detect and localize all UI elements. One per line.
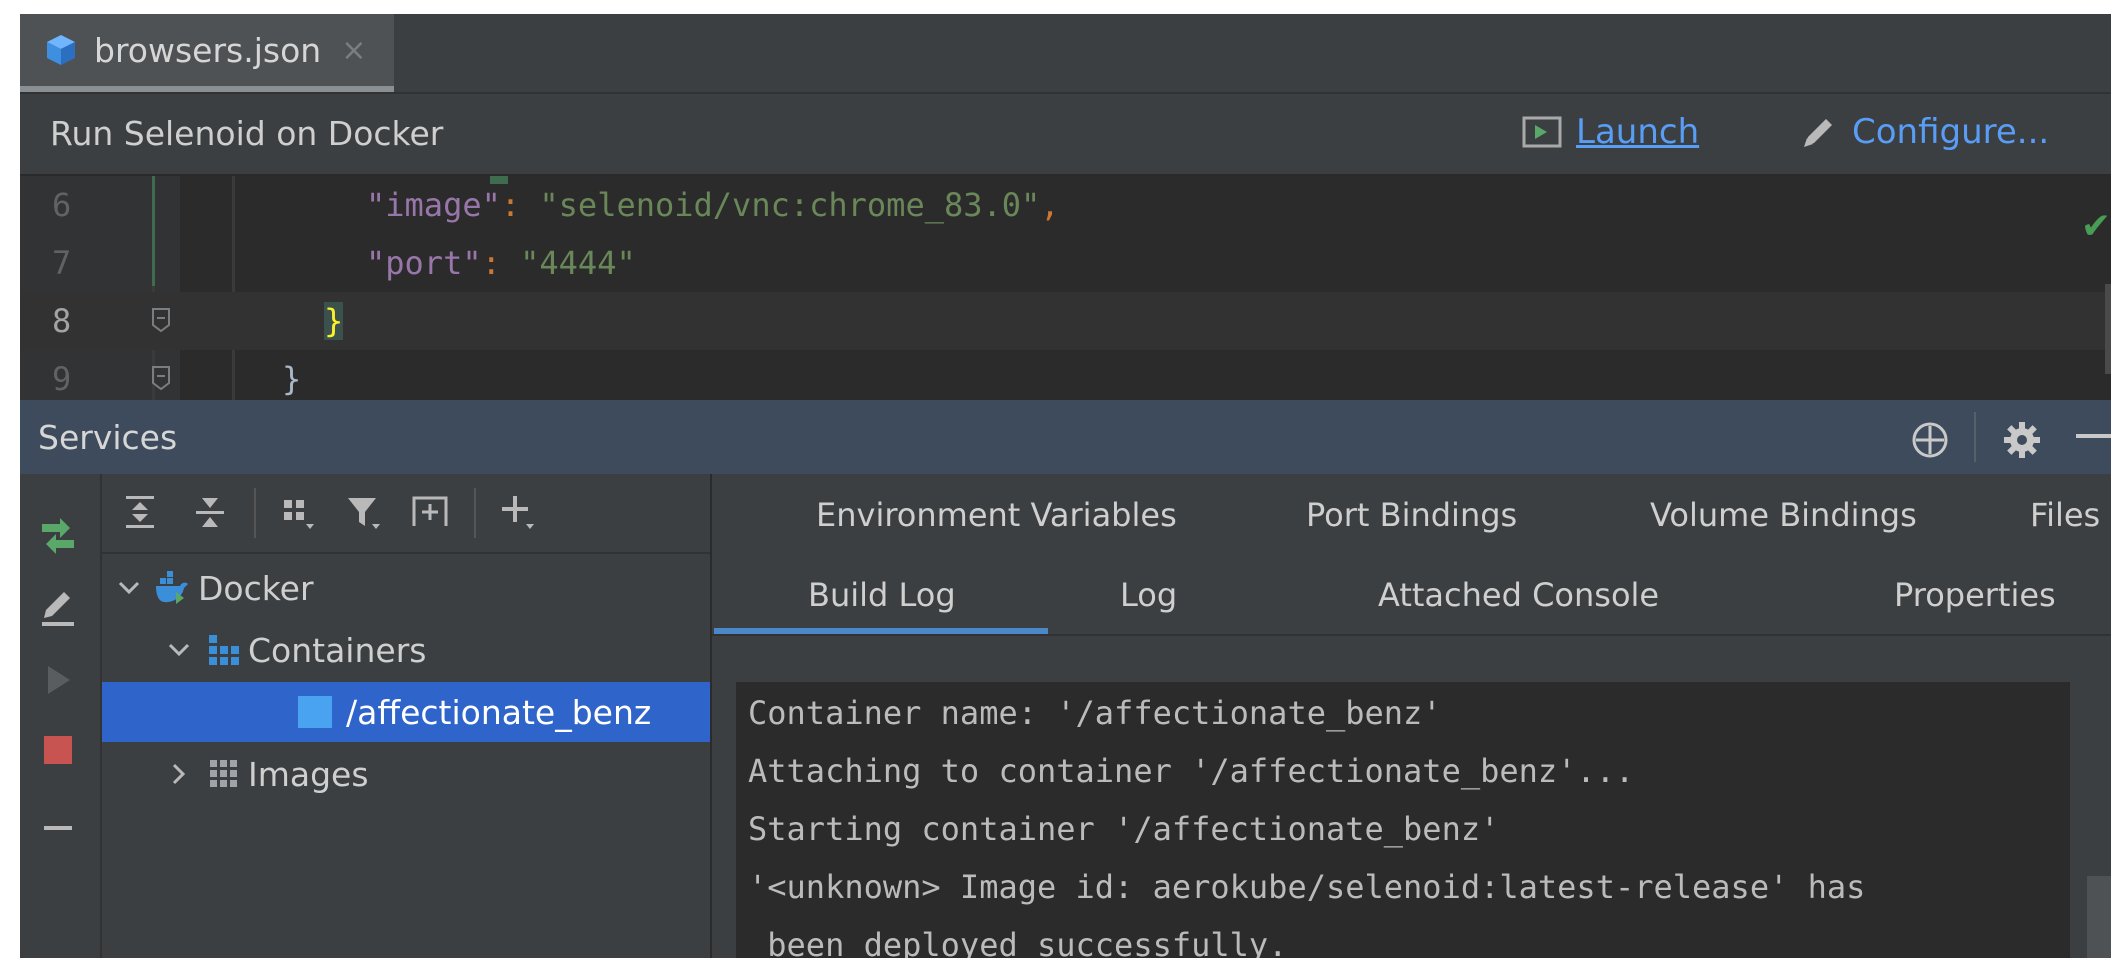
- pencil-icon: [1804, 119, 1832, 147]
- editor-tab-browsers-json[interactable]: browsers.json ×: [20, 14, 394, 92]
- line-number: 7: [52, 244, 72, 282]
- line-number: 9: [52, 360, 72, 398]
- crosshair-icon[interactable]: [1910, 420, 1950, 460]
- code-text: "port": "4444": [366, 244, 636, 282]
- chevron-down-icon[interactable]: [166, 637, 192, 663]
- services-left-toolbar: [20, 474, 102, 958]
- filter-icon[interactable]: [344, 492, 384, 532]
- closing-brace: }: [282, 360, 302, 398]
- group-icon[interactable]: [278, 492, 318, 532]
- add-icon[interactable]: [498, 492, 538, 532]
- tree-label: Images: [248, 754, 369, 794]
- edit-icon[interactable]: [38, 588, 78, 628]
- json-value: "selenoid/vnc:chrome_83.0": [539, 186, 1041, 224]
- rerun-icon[interactable]: [38, 516, 78, 556]
- configure-label: Configure...: [1852, 112, 2050, 152]
- fold-marker-icon[interactable]: [150, 364, 172, 392]
- services-tree-panel: Docker Containers /affectionate_benz Ima…: [102, 474, 712, 958]
- tab-files[interactable]: Files: [2030, 496, 2100, 534]
- tree-item-containers[interactable]: Containers: [102, 620, 710, 680]
- tree-label: Containers: [248, 630, 427, 670]
- close-icon[interactable]: ×: [341, 33, 366, 68]
- expand-all-icon[interactable]: [120, 492, 160, 532]
- configure-link[interactable]: Configure...: [1800, 112, 2049, 152]
- containers-icon: [209, 635, 239, 665]
- run-window-icon: [1522, 116, 1562, 148]
- new-tab-icon[interactable]: [410, 492, 450, 532]
- line-number: 8: [52, 302, 72, 340]
- run-config-title: Run Selenoid on Docker: [50, 114, 444, 153]
- code-text: "image": "selenoid/vnc:chrome_83.0",: [366, 186, 1060, 224]
- tabs-separator: [712, 634, 2111, 636]
- build-log-console[interactable]: Container name: '/affectionate_benz' Att…: [736, 682, 2070, 958]
- tab-environment-variables[interactable]: Environment Variables: [816, 496, 1177, 534]
- line-number: 6: [52, 186, 72, 224]
- gear-icon[interactable]: [2002, 420, 2042, 460]
- json-key: "port": [366, 244, 482, 282]
- console-line: Container name: '/affectionate_benz': [748, 694, 1442, 732]
- tree-label: /affectionate_benz: [346, 692, 652, 732]
- run-configuration-bar: Run Selenoid on Docker Launch Configure.…: [20, 94, 2111, 176]
- tree-item-images[interactable]: Images: [102, 744, 710, 804]
- fold-marker-icon[interactable]: [150, 306, 172, 334]
- docker-icon: [156, 571, 188, 604]
- closing-brace: }: [324, 302, 344, 340]
- minimize-icon[interactable]: [2076, 434, 2111, 438]
- tab-attached-console[interactable]: Attached Console: [1378, 576, 1659, 614]
- details-tabs-row-2: Build Log Log Attached Console Propertie…: [712, 554, 2111, 634]
- tab-log[interactable]: Log: [1120, 576, 1177, 614]
- services-details-panel: Environment Variables Port Bindings Volu…: [712, 474, 2111, 958]
- container-icon: [298, 696, 332, 728]
- editor-scrollbar[interactable]: [2105, 284, 2111, 374]
- tab-volume-bindings[interactable]: Volume Bindings: [1650, 496, 1917, 534]
- console-line: been deployed successfully.: [748, 926, 1288, 958]
- collapse-all-icon[interactable]: [190, 492, 230, 532]
- code-editor[interactable]: 6 "image": "selenoid/vnc:chrome_83.0", 7…: [20, 176, 2111, 400]
- json-colon: :: [500, 186, 540, 224]
- code-line-6: 6 "image": "selenoid/vnc:chrome_83.0",: [20, 176, 2111, 234]
- console-line: Starting container '/affectionate_benz': [748, 810, 1500, 848]
- tree-item-docker[interactable]: Docker: [102, 558, 710, 618]
- checkmark-icon: ✔: [2080, 206, 2111, 247]
- tree-toolbar: [102, 474, 710, 554]
- json-value: "4444": [520, 244, 636, 282]
- tab-properties[interactable]: Properties: [1894, 576, 2056, 614]
- services-title: Services: [38, 418, 178, 457]
- json-key: "image": [366, 186, 501, 224]
- tab-build-log[interactable]: Build Log: [808, 576, 956, 614]
- console-scrollbar[interactable]: [2087, 876, 2111, 958]
- images-icon: [210, 760, 237, 787]
- ide-window: browsers.json × Run Selenoid on Docker L…: [20, 14, 2111, 958]
- launch-label: Launch: [1576, 112, 1700, 152]
- stop-icon[interactable]: [44, 736, 72, 764]
- tree-item-container-affectionate-benz[interactable]: /affectionate_benz: [102, 682, 710, 742]
- services-header: Services: [20, 400, 2111, 474]
- json-comma: ,: [1040, 186, 1060, 224]
- json-colon: :: [481, 244, 521, 282]
- editor-tab-bar: browsers.json ×: [20, 14, 2111, 94]
- editor-tab-title: browsers.json: [94, 30, 322, 70]
- header-separator: [1974, 412, 1976, 462]
- code-line-7: 7 "port": "4444": [20, 234, 2111, 292]
- cube-icon: [47, 35, 75, 65]
- tab-port-bindings[interactable]: Port Bindings: [1306, 496, 1517, 534]
- toolbar-separator: [474, 488, 476, 538]
- console-line: Attaching to container '/affectionate_be…: [748, 752, 1635, 790]
- details-tabs-row-1: Environment Variables Port Bindings Volu…: [712, 474, 2111, 554]
- chevron-down-icon[interactable]: [116, 575, 142, 601]
- code-line-9: 9 }: [20, 350, 2111, 400]
- run-icon[interactable]: [38, 660, 78, 700]
- toolbar-separator: [254, 488, 256, 538]
- launch-link[interactable]: Launch: [1522, 112, 1699, 152]
- minus-icon[interactable]: [44, 826, 72, 830]
- code-line-8: 8 }: [20, 292, 2111, 350]
- console-line: '<unknown> Image id: aerokube/selenoid:l…: [748, 868, 1866, 906]
- tree-label: Docker: [198, 568, 314, 608]
- chevron-right-icon[interactable]: [166, 761, 192, 787]
